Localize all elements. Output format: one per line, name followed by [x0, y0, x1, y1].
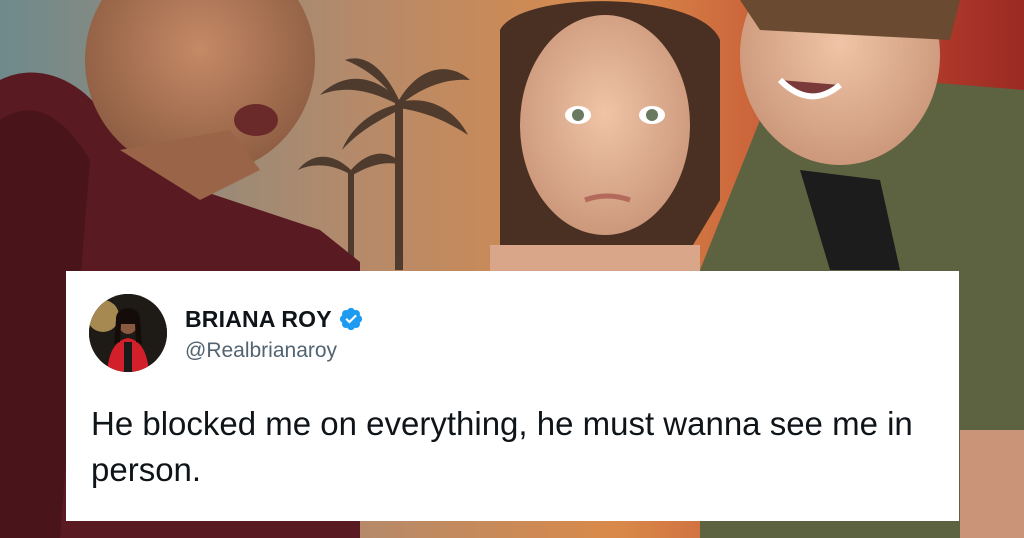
- tweet-card: BRIANA ROY @Realbrianaroy He blocked me …: [66, 271, 959, 521]
- author-handle[interactable]: @Realbrianaroy: [185, 339, 337, 363]
- author-name[interactable]: BRIANA ROY: [185, 306, 332, 333]
- verified-badge-icon: [338, 306, 364, 332]
- profile-avatar[interactable]: [89, 294, 167, 372]
- tweet-text: He blocked me on everything, he must wan…: [91, 405, 913, 488]
